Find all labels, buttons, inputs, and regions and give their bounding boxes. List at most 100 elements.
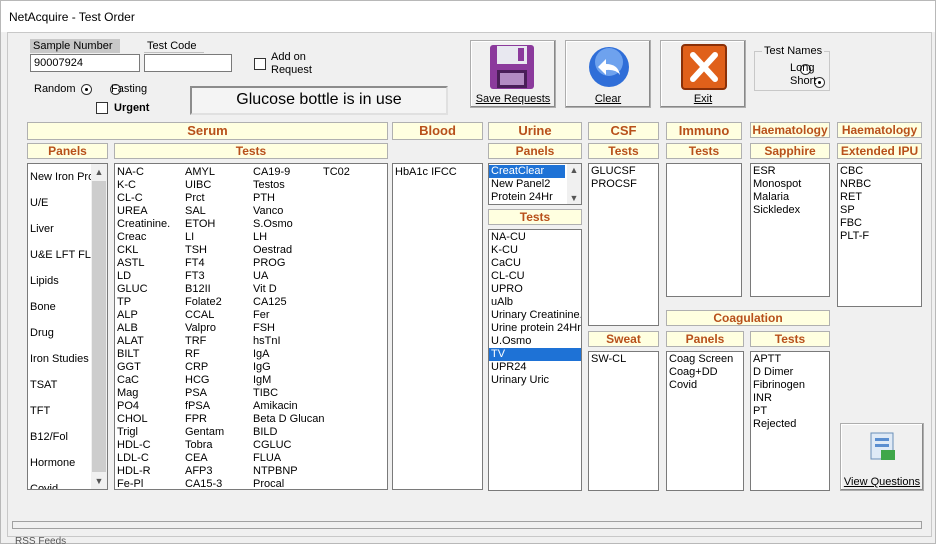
- serum-test-item[interactable]: Creatinine.: [115, 218, 183, 231]
- serum-test-item[interactable]: Creac: [115, 231, 183, 244]
- serum-test-item[interactable]: CA19-9: [251, 166, 321, 179]
- serum-test-item[interactable]: Trigl: [115, 426, 183, 439]
- serum-test-item[interactable]: FPR: [183, 413, 251, 426]
- urine-test-item[interactable]: UPR24: [489, 361, 581, 374]
- serum-test-item[interactable]: LI: [183, 231, 251, 244]
- serum-test-item[interactable]: TSH: [183, 244, 251, 257]
- urine-panel-item[interactable]: Protein 24Hr: [489, 191, 565, 204]
- urine-panel-item[interactable]: New Panel2: [489, 178, 565, 191]
- csf-test-item[interactable]: GLUCSF: [589, 165, 658, 178]
- ipu-test-item[interactable]: NRBC: [838, 178, 921, 191]
- serum-test-item[interactable]: CA15-3: [183, 478, 251, 489]
- serum-test-item[interactable]: hsTnI: [251, 335, 321, 348]
- serum-test-item[interactable]: CCAL: [183, 309, 251, 322]
- scroll-thumb[interactable]: [92, 181, 106, 472]
- serum-test-item[interactable]: HDL-C: [115, 439, 183, 452]
- serum-test-item[interactable]: B12II: [183, 283, 251, 296]
- scroll-down-icon[interactable]: ▼: [567, 192, 581, 204]
- serum-test-item[interactable]: ALB: [115, 322, 183, 335]
- urine-test-item[interactable]: UPRO: [489, 283, 581, 296]
- sample-number-input[interactable]: 90007924: [30, 54, 140, 72]
- urine-panels-list[interactable]: CreatClear New Panel2 Protein 24Hr ▲ ▼: [488, 163, 582, 205]
- urine-test-item[interactable]: NA-CU: [489, 231, 581, 244]
- coag-panel-item[interactable]: Covid: [667, 379, 743, 392]
- serum-test-item[interactable]: FLUA: [251, 452, 321, 465]
- serum-test-item[interactable]: FSH: [251, 322, 321, 335]
- serum-test-item[interactable]: CRP: [183, 361, 251, 374]
- serum-test-item[interactable]: GGT: [115, 361, 183, 374]
- serum-test-item[interactable]: IgA: [251, 348, 321, 361]
- serum-test-item[interactable]: AMYL: [183, 166, 251, 179]
- serum-test-item[interactable]: Prct: [183, 192, 251, 205]
- csf-tests-list[interactable]: GLUCSF PROCSF: [588, 163, 659, 326]
- coag-test-item[interactable]: D Dimer: [751, 366, 829, 379]
- serum-test-item[interactable]: IgM: [251, 374, 321, 387]
- serum-test-item[interactable]: UREA: [115, 205, 183, 218]
- serum-test-item[interactable]: Gentam: [183, 426, 251, 439]
- serum-test-item[interactable]: Valpro: [183, 322, 251, 335]
- serum-tests-list[interactable]: NA-C K-C CL-C UREA Creatinine. Creac CKL ASTL LD…: [114, 163, 388, 490]
- serum-test-item[interactable]: TC02: [321, 166, 385, 179]
- save-requests-button[interactable]: Save Requests: [470, 40, 556, 108]
- serum-test-item[interactable]: GLUC: [115, 283, 183, 296]
- urine-panel-item[interactable]: CreatClear: [489, 165, 565, 178]
- serum-test-item[interactable]: CKL: [115, 244, 183, 257]
- serum-test-item[interactable]: Procal: [251, 478, 321, 489]
- urine-test-item[interactable]: U.Osmo: [489, 335, 581, 348]
- serum-test-item[interactable]: HCG: [183, 374, 251, 387]
- serum-test-item[interactable]: fPSA: [183, 400, 251, 413]
- urine-test-item[interactable]: TV: [489, 348, 581, 361]
- serum-test-item[interactable]: FT3: [183, 270, 251, 283]
- serum-test-item[interactable]: PSA: [183, 387, 251, 400]
- serum-test-item[interactable]: IgG: [251, 361, 321, 374]
- urgent-checkbox[interactable]: [96, 102, 108, 114]
- serum-panels-scrollbar[interactable]: ▲ ▼: [91, 164, 107, 489]
- sapphire-tests-list[interactable]: ESR Monospot Malaria Sickledex: [750, 163, 830, 297]
- coag-test-item[interactable]: APTT: [751, 353, 829, 366]
- random-radio[interactable]: [81, 84, 92, 95]
- serum-test-item[interactable]: ASTL: [115, 257, 183, 270]
- serum-test-item[interactable]: TRF: [183, 335, 251, 348]
- urine-tests-list[interactable]: NA-CU K-CU CaCU CL-CU UPRO uAlb Urinary Creati…: [488, 229, 582, 491]
- serum-test-item[interactable]: Fer: [251, 309, 321, 322]
- test-code-input[interactable]: [144, 54, 232, 72]
- serum-test-item[interactable]: NA-C: [115, 166, 183, 179]
- serum-test-item[interactable]: ALP: [115, 309, 183, 322]
- sapphire-test-item[interactable]: ESR: [751, 165, 829, 178]
- view-questions-button[interactable]: View Questions: [840, 423, 924, 491]
- serum-test-item[interactable]: Fe-Pl: [115, 478, 183, 489]
- sapphire-test-item[interactable]: Monospot: [751, 178, 829, 191]
- serum-test-item[interactable]: Vit D: [251, 283, 321, 296]
- exit-button[interactable]: Exit: [660, 40, 746, 108]
- sapphire-test-item[interactable]: Malaria: [751, 191, 829, 204]
- coag-tests-list[interactable]: APTT D Dimer Fibrinogen INR PT Rejected: [750, 351, 830, 491]
- coag-test-item[interactable]: Fibrinogen: [751, 379, 829, 392]
- urine-test-item[interactable]: uAlb: [489, 296, 581, 309]
- serum-test-item[interactable]: LD: [115, 270, 183, 283]
- urine-test-item[interactable]: Urinary Creatinine.: [489, 309, 581, 322]
- serum-test-item[interactable]: CA125: [251, 296, 321, 309]
- serum-test-item[interactable]: SAL: [183, 205, 251, 218]
- serum-panels-list[interactable]: New Iron Pro U/E Liver U&E LFT FLI Lipids Bon…: [27, 163, 108, 490]
- serum-test-item[interactable]: S.Osmo: [251, 218, 321, 231]
- scroll-down-icon[interactable]: ▼: [91, 473, 107, 489]
- csf-test-item[interactable]: PROCSF: [589, 178, 658, 191]
- serum-test-item[interactable]: UA: [251, 270, 321, 283]
- serum-test-item[interactable]: NTPBNP: [251, 465, 321, 478]
- serum-test-item[interactable]: PTH: [251, 192, 321, 205]
- serum-test-item[interactable]: LDL-C: [115, 452, 183, 465]
- serum-test-item[interactable]: CaC: [115, 374, 183, 387]
- serum-test-item[interactable]: FT4: [183, 257, 251, 270]
- coag-test-item[interactable]: Rejected: [751, 418, 829, 431]
- immuno-tests-list[interactable]: [666, 163, 742, 297]
- blood-tests-list[interactable]: HbA1c IFCC: [392, 163, 483, 490]
- add-on-request-checkbox[interactable]: [254, 58, 266, 70]
- serum-test-item[interactable]: PROG: [251, 257, 321, 270]
- serum-test-item[interactable]: CHOL: [115, 413, 183, 426]
- serum-test-item[interactable]: RF: [183, 348, 251, 361]
- blood-test-item[interactable]: HbA1c IFCC: [393, 166, 482, 179]
- serum-test-item[interactable]: CEA: [183, 452, 251, 465]
- serum-test-item[interactable]: CL-C: [115, 192, 183, 205]
- serum-test-item[interactable]: Folate2: [183, 296, 251, 309]
- urine-test-item[interactable]: Urine protein 24Hr: [489, 322, 581, 335]
